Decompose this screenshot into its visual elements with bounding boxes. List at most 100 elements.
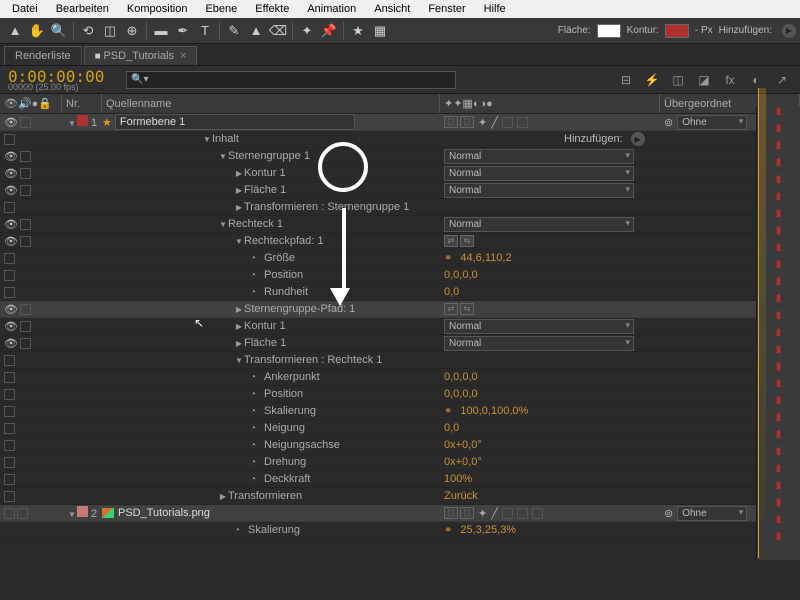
pickwhip-icon[interactable]: ⊚	[664, 507, 673, 520]
add-button[interactable]: ▶	[631, 132, 645, 146]
property-value[interactable]: 0,0,0,0	[444, 388, 478, 400]
property-value[interactable]: 0,0	[444, 286, 459, 298]
property-label[interactable]: Transformieren	[228, 490, 302, 502]
property-value[interactable]: 44,6,110,2	[460, 252, 511, 264]
eye-icon[interactable]: 👁	[4, 320, 18, 333]
draft-icon[interactable]: ⊟	[616, 71, 636, 89]
blur-icon[interactable]: ╱	[491, 507, 498, 520]
blend-mode-dropdown[interactable]: Normal	[444, 149, 634, 164]
pickwhip-icon[interactable]: ⊚	[664, 116, 673, 129]
property-value[interactable]: 25,3,25,3%	[460, 524, 516, 536]
menu-ansicht[interactable]: Ansicht	[366, 1, 418, 17]
property-label[interactable]: Ankerpunkt	[264, 371, 320, 383]
eye-icon[interactable]: 👁	[4, 218, 18, 231]
menu-hilfe[interactable]: Hilfe	[476, 1, 514, 17]
link-icon[interactable]: ⚭	[444, 406, 452, 417]
tab-renderliste[interactable]: Renderliste	[4, 46, 82, 65]
property-label[interactable]: Position	[264, 388, 303, 400]
link-icon[interactable]: ⚭	[444, 253, 452, 264]
property-label[interactable]: Inhalt	[212, 133, 239, 145]
stopwatch-icon[interactable]	[250, 473, 262, 485]
property-label[interactable]: Position	[264, 269, 303, 281]
property-label[interactable]: Neigungsachse	[264, 439, 340, 451]
blend-mode-dropdown[interactable]: Normal	[444, 319, 634, 334]
eraser-tool[interactable]: ⌫	[268, 21, 288, 41]
property-label[interactable]: Transformieren : Sternengruppe 1	[244, 201, 409, 213]
timeline-track-area[interactable]: ▮▮▮▮▮▮▮▮▮▮▮▮▮▮▮▮▮▮▮▮▮▮▮▮▮▮	[756, 106, 800, 560]
twirl-icon[interactable]	[67, 119, 77, 128]
stopwatch-icon[interactable]	[250, 269, 262, 281]
reset-link[interactable]: Zurück	[444, 490, 478, 502]
parent-dropdown[interactable]: Ohne	[677, 506, 747, 521]
twirl-icon[interactable]	[234, 203, 244, 212]
twirl-icon[interactable]	[234, 186, 244, 195]
stroke-width[interactable]: - Px	[695, 25, 713, 36]
property-label[interactable]: Rundheit	[264, 286, 308, 298]
stopwatch-icon[interactable]	[250, 371, 262, 383]
eye-icon[interactable]: 👁	[4, 150, 18, 163]
snap-icon[interactable]: ▦	[370, 21, 390, 41]
anchor-tool[interactable]: ⊕	[122, 21, 142, 41]
pen-tool[interactable]: ✒	[173, 21, 193, 41]
switch-icons[interactable]: ⬚⬚	[444, 507, 474, 519]
twirl-icon[interactable]	[218, 220, 228, 229]
stamp-tool[interactable]: ▲	[246, 21, 266, 41]
twirl-icon[interactable]	[234, 237, 244, 246]
box2-icon[interactable]: ◪	[694, 71, 714, 89]
blur-icon[interactable]: ◐	[746, 71, 766, 89]
property-value[interactable]: 100%	[444, 473, 472, 485]
twirl-icon[interactable]	[67, 510, 77, 519]
property-label[interactable]: Skalierung	[248, 524, 300, 536]
stopwatch-icon[interactable]	[250, 388, 262, 400]
twirl-icon[interactable]	[218, 492, 228, 501]
property-label[interactable]: Neigung	[264, 422, 305, 434]
twirl-icon[interactable]	[218, 152, 228, 161]
menu-datei[interactable]: Datei	[4, 1, 46, 17]
property-label[interactable]: Größe	[264, 252, 295, 264]
twirl-icon[interactable]	[234, 305, 244, 314]
menu-animation[interactable]: Animation	[299, 1, 364, 17]
property-label[interactable]: Sternengruppe 1	[228, 150, 310, 162]
fx-icon[interactable]: ✦	[478, 507, 487, 520]
eye-icon[interactable]: 👁	[4, 184, 18, 197]
property-value[interactable]: 0,0,0,0	[444, 371, 478, 383]
rotate-tool[interactable]: ⟲	[78, 21, 98, 41]
menu-fenster[interactable]: Fenster	[420, 1, 473, 17]
switch-icons[interactable]: ⬚⬚	[444, 116, 474, 128]
rect-tool[interactable]: ▬	[151, 21, 171, 41]
text-tool[interactable]: T	[195, 21, 215, 41]
property-label[interactable]: Transformieren : Rechteck 1	[244, 354, 382, 366]
property-value[interactable]: 0,0,0,0	[444, 269, 478, 281]
layer-name[interactable]: Formebene 1	[115, 114, 355, 130]
link-icon[interactable]: ⚭	[444, 525, 452, 536]
shy-icon[interactable]: ⚡	[642, 71, 662, 89]
search-input[interactable]: 🔍▾	[126, 71, 456, 89]
blur-icon[interactable]: ╱	[491, 116, 498, 129]
roto-tool[interactable]: ✦	[297, 21, 317, 41]
eye-icon[interactable]: 👁	[4, 167, 18, 180]
property-label[interactable]: Deckkraft	[264, 473, 310, 485]
eye-icon[interactable]: 👁	[4, 337, 18, 350]
star-icon[interactable]: ★	[348, 21, 368, 41]
fx-icon[interactable]: ✦	[478, 116, 487, 129]
blend-mode-dropdown[interactable]: Normal	[444, 183, 634, 198]
stopwatch-icon[interactable]	[250, 422, 262, 434]
property-label[interactable]: Sternengruppe-Pfad: 1	[244, 303, 355, 315]
stopwatch-icon[interactable]	[250, 456, 262, 468]
path-direction-icons[interactable]: ⇄⇆	[444, 235, 474, 247]
fx-icon[interactable]: fx	[720, 71, 740, 89]
close-icon[interactable]: ×	[180, 50, 186, 62]
property-label[interactable]: Kontur 1	[244, 320, 286, 332]
puppet-tool[interactable]: 📌	[319, 21, 339, 41]
blend-mode-dropdown[interactable]: Normal	[444, 217, 634, 232]
twirl-icon[interactable]	[234, 339, 244, 348]
layer-name[interactable]: PSD_Tutorials.png	[118, 507, 210, 519]
property-value[interactable]: 0x+0,0°	[444, 456, 482, 468]
hand-tool[interactable]: ✋	[27, 21, 47, 41]
tab-psd_tutorials[interactable]: ■ PSD_Tutorials×	[84, 46, 198, 65]
eye-icon[interactable]: 👁	[4, 235, 18, 248]
property-label[interactable]: Rechteckpfad: 1	[244, 235, 324, 247]
add-menu[interactable]: Hinzufügen:	[564, 133, 623, 145]
property-value[interactable]: 100,0,100,0%	[460, 405, 528, 417]
zoom-tool[interactable]: 🔍	[49, 21, 69, 41]
